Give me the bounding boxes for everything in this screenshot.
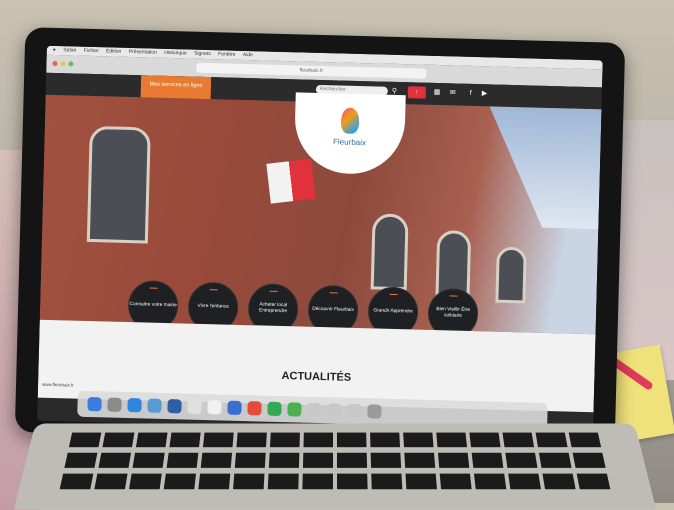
close-icon[interactable] [52,60,58,67]
window-right [435,230,472,297]
minimize-icon[interactable] [60,61,66,67]
menu-item[interactable]: Fenêtre [218,51,235,57]
finder-icon[interactable] [87,396,102,412]
window-controls [52,60,74,67]
window-left [86,125,151,244]
app-icon[interactable] [347,403,362,419]
menu-item[interactable]: Historique [164,50,187,57]
laptop: ● Safari Fichier Édition Présentation Hi… [14,27,626,448]
apple-icon[interactable]: ● [53,47,56,53]
window-mid [370,213,409,291]
logo-icon [340,107,360,134]
url-bar[interactable]: fleurbaix.fr [196,62,427,79]
mail-icon[interactable] [147,398,162,413]
logo-text: Fleurbaix [332,137,367,148]
keyboard [13,423,657,510]
sky [458,106,601,230]
facebook-icon[interactable]: f [470,88,472,100]
chrome-icon[interactable] [247,401,262,416]
laptop-screen: ● Safari Fichier Édition Présentation Hi… [37,45,603,436]
maximize-icon[interactable] [68,61,74,67]
launchpad-icon[interactable] [107,397,122,412]
notes-icon[interactable] [187,399,202,414]
calendar-dock-icon[interactable] [207,400,222,415]
menu-item[interactable]: Fichier [84,48,99,54]
app-icon[interactable] [307,402,322,418]
newsletter-icon[interactable]: ✉ [450,87,456,99]
menu-item[interactable]: Safari [63,47,76,53]
trash-icon[interactable] [367,404,382,419]
facetime-icon[interactable] [287,402,302,417]
safari-icon[interactable] [127,398,142,413]
contacts-icon[interactable] [227,400,242,416]
photos-icon[interactable] [167,399,182,414]
menu-item[interactable]: Présentation [129,49,157,56]
messages-icon[interactable] [267,401,282,417]
key-row [64,452,606,468]
calendar-icon[interactable]: ▦ [434,87,441,99]
youtube-icon[interactable]: ▶ [482,88,488,100]
key-row [68,432,602,448]
menu-item[interactable]: Signets [194,51,211,57]
menu-item[interactable]: Édition [106,48,121,54]
menu-item[interactable]: Aide [243,52,253,58]
status-url: www.fleurbaix.fr [41,381,74,388]
key-row [59,473,611,490]
french-flag [266,158,316,204]
alert-icon[interactable]: ! [407,86,426,99]
app-icon[interactable] [327,403,342,418]
